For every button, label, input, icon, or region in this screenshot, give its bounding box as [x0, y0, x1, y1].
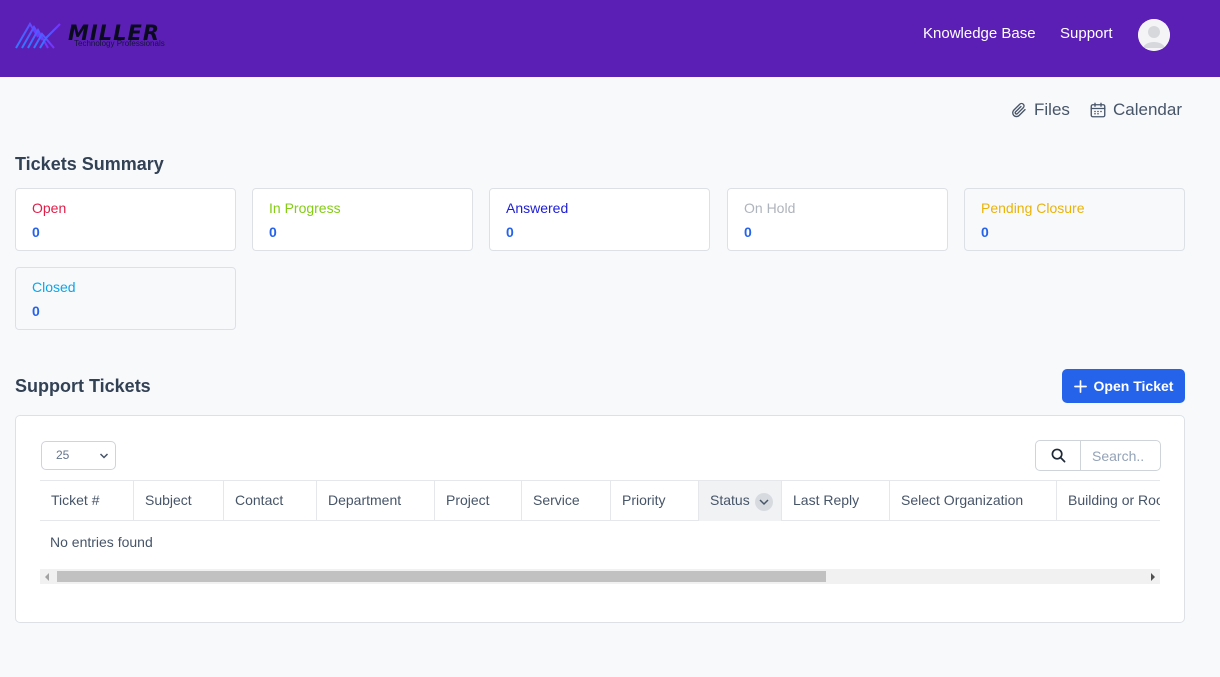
column-header-priority[interactable]: Priority	[611, 481, 699, 521]
horizontal-scrollbar[interactable]	[40, 569, 1160, 584]
summary-card-closed[interactable]: Closed 0	[15, 267, 236, 330]
summary-card-count: 0	[981, 224, 989, 240]
calendar-label: Calendar	[1113, 100, 1182, 119]
summary-card-count: 0	[744, 224, 752, 240]
summary-card-label: In Progress	[269, 200, 341, 216]
column-header-project[interactable]: Project	[435, 481, 522, 521]
paperclip-icon	[1012, 102, 1026, 118]
scroll-right-arrow-icon[interactable]	[1151, 573, 1155, 581]
tickets-table-panel: 25 Ticket # Subject Contact Department P…	[15, 415, 1185, 623]
logo-subtext: Technology Professionals	[74, 39, 165, 48]
sort-descending-icon	[755, 493, 773, 511]
summary-card-open[interactable]: Open 0	[15, 188, 236, 251]
column-header-contact[interactable]: Contact	[224, 481, 317, 521]
column-header-subject[interactable]: Subject	[134, 481, 224, 521]
search-icon	[1051, 448, 1065, 463]
column-header-service[interactable]: Service	[522, 481, 611, 521]
scroll-left-arrow-icon[interactable]	[45, 573, 49, 581]
open-ticket-label: Open Ticket	[1093, 378, 1174, 394]
calendar-icon	[1090, 102, 1106, 118]
column-header-last-reply[interactable]: Last Reply	[782, 481, 890, 521]
column-header-status-label: Status	[710, 492, 750, 508]
empty-table-message: No entries found	[50, 534, 153, 550]
column-header-status[interactable]: Status	[699, 481, 782, 521]
search-input[interactable]	[1082, 441, 1160, 470]
logo-mark-icon	[15, 22, 61, 49]
files-link[interactable]: Files	[1010, 100, 1070, 120]
company-logo[interactable]: MILLER Technology Professionals	[14, 21, 186, 51]
summary-card-count: 0	[32, 303, 40, 319]
support-tickets-title: Support Tickets	[15, 376, 151, 396]
page-length-value: 25	[56, 448, 70, 462]
tickets-summary-title: Tickets Summary	[15, 154, 164, 174]
nav-support[interactable]: Support	[1060, 25, 1113, 43]
files-label: Files	[1034, 100, 1070, 119]
summary-card-count: 0	[506, 224, 514, 240]
scrollbar-thumb[interactable]	[57, 571, 826, 582]
column-header-select-organization[interactable]: Select Organization	[890, 481, 1057, 521]
search-group	[1035, 440, 1161, 471]
column-header-department[interactable]: Department	[317, 481, 435, 521]
calendar-link[interactable]: Calendar	[1089, 100, 1182, 120]
column-header-ticket-number[interactable]: Ticket #	[40, 481, 134, 521]
plus-icon	[1073, 379, 1087, 393]
summary-card-label: Pending Closure	[981, 200, 1085, 216]
user-avatar-icon	[1138, 19, 1170, 51]
nav-knowledge-base[interactable]: Knowledge Base	[923, 25, 1036, 43]
top-navbar: MILLER Technology Professionals Knowledg…	[0, 0, 1220, 77]
user-avatar[interactable]	[1138, 19, 1170, 51]
tickets-table: Ticket # Subject Contact Department Proj…	[40, 480, 1160, 586]
column-header-building-or-room[interactable]: Building or Room	[1057, 481, 1160, 521]
search-button[interactable]	[1036, 441, 1081, 470]
summary-card-label: On Hold	[744, 200, 796, 216]
chevron-down-icon	[99, 453, 109, 459]
summary-card-on-hold[interactable]: On Hold 0	[727, 188, 948, 251]
summary-card-label: Closed	[32, 279, 76, 295]
summary-card-in-progress[interactable]: In Progress 0	[252, 188, 473, 251]
table-header-row: Ticket # Subject Contact Department Proj…	[40, 480, 1160, 521]
summary-card-label: Answered	[506, 200, 569, 216]
summary-card-label: Open	[32, 200, 67, 216]
open-ticket-button[interactable]: Open Ticket	[1062, 369, 1185, 403]
summary-card-pending-closure[interactable]: Pending Closure 0	[964, 188, 1185, 251]
summary-card-answered[interactable]: Answered 0	[489, 188, 710, 251]
summary-card-count: 0	[32, 224, 40, 240]
summary-card-count: 0	[269, 224, 277, 240]
page-length-select[interactable]: 25	[41, 441, 116, 470]
